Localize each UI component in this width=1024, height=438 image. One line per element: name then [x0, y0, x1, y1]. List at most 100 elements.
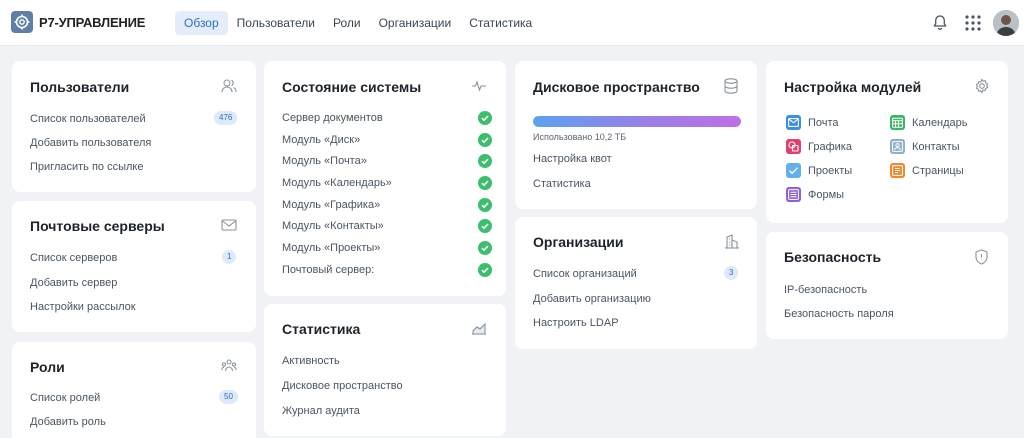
building-icon	[724, 233, 740, 254]
check-circle-icon	[478, 198, 492, 212]
database-icon	[724, 78, 738, 99]
org-list-link[interactable]: Список организаций	[533, 268, 637, 280]
module-label: Формы	[808, 188, 845, 201]
user-count-badge: 476	[214, 111, 238, 125]
module-label: Страницы	[912, 164, 964, 177]
check-circle-icon	[478, 133, 492, 147]
nav-organizations[interactable]: Организации	[370, 11, 461, 35]
mailing-settings-link[interactable]: Настройки рассылок	[30, 301, 136, 313]
users-card: Пользователи Список пользователей 476 До…	[12, 61, 256, 192]
module-label: Календарь	[912, 116, 968, 129]
check-circle-icon	[478, 154, 492, 168]
gear-icon[interactable]	[974, 78, 990, 99]
disk-space-card: Дисковое пространство Использовано 10,2 …	[515, 61, 757, 209]
user-list-link[interactable]: Список пользователей	[30, 113, 146, 125]
module-label: Графика	[808, 140, 852, 153]
status-label: Модуль «Контакты»	[282, 220, 384, 232]
quota-settings-link[interactable]: Настройка квот	[533, 153, 612, 165]
statistics-card-title: Статистика	[282, 321, 361, 337]
disk-usage-bar	[533, 116, 741, 127]
audit-log-link[interactable]: Журнал аудита	[282, 405, 360, 417]
roles-card-title: Роли	[30, 359, 65, 375]
status-row: Модуль «Диск»	[282, 133, 492, 147]
status-row: Почтовый сервер:	[282, 263, 492, 277]
add-role-link[interactable]: Добавить роль	[30, 416, 106, 428]
check-circle-icon	[478, 176, 492, 190]
status-label: Сервер документов	[282, 112, 383, 124]
role-list-link[interactable]: Список ролей	[30, 392, 100, 404]
module-projects[interactable]: Проекты	[786, 163, 852, 178]
add-server-link[interactable]: Добавить сервер	[30, 277, 117, 289]
add-org-link[interactable]: Добавить организацию	[533, 293, 651, 305]
status-row: Модуль «Почта»	[282, 154, 492, 168]
invite-link[interactable]: Пригласить по ссылке	[30, 161, 143, 173]
user-avatar[interactable]	[993, 10, 1019, 36]
roles-card: Роли Список ролей 50 Добавить роль	[12, 342, 256, 438]
mail-module-icon	[786, 115, 801, 130]
nav-overview[interactable]: Обзор	[175, 11, 228, 35]
check-circle-icon	[478, 219, 492, 233]
server-list-link[interactable]: Список серверов	[30, 252, 117, 264]
mail-servers-card-title: Почтовые серверы	[30, 218, 165, 234]
password-security-link[interactable]: Безопасность пароля	[784, 308, 894, 320]
org-count-badge: 3	[724, 266, 739, 280]
bell-icon[interactable]	[932, 14, 948, 36]
system-status-card: Состояние системы Сервер документов Моду…	[264, 61, 506, 296]
module-forms[interactable]: Формы	[786, 187, 844, 202]
status-label: Модуль «Графика»	[282, 199, 381, 211]
users-icon	[221, 78, 237, 99]
disk-statistics-link[interactable]: Статистика	[533, 178, 591, 190]
disk-used-label: Использовано 10,2 ТБ	[533, 132, 627, 142]
apps-grid-icon[interactable]	[965, 15, 981, 36]
main-nav: Обзор Пользователи Роли Организации Стат…	[175, 11, 541, 35]
disk-stats-link[interactable]: Дисковое пространство	[282, 380, 403, 392]
module-mail[interactable]: Почта	[786, 115, 839, 130]
gear-logo-icon	[11, 11, 33, 33]
module-pages[interactable]: Страницы	[890, 163, 964, 178]
role-count-badge: 50	[219, 390, 238, 404]
roles-group-icon	[221, 358, 237, 379]
organizations-card: Организации Список организаций 3 Добавит…	[515, 217, 757, 349]
security-card: Безопасность IP-безопасность Безопасност…	[766, 232, 1008, 339]
ip-security-link[interactable]: IP-безопасность	[784, 284, 867, 296]
modules-card: Настройка модулей Почта Календарь График…	[766, 61, 1008, 223]
statistics-card: Статистика Активность Дисковое пространс…	[264, 304, 506, 436]
nav-roles[interactable]: Роли	[324, 11, 370, 35]
area-chart-icon	[471, 320, 487, 341]
status-label: Модуль «Диск»	[282, 134, 361, 146]
activity-link[interactable]: Активность	[282, 355, 340, 367]
module-contacts[interactable]: Контакты	[890, 139, 960, 154]
check-circle-icon	[478, 111, 492, 125]
status-label: Почтовый сервер:	[282, 264, 375, 276]
app-brand-name: Р7-УПРАВЛЕНИЕ	[39, 14, 146, 30]
pages-module-icon	[890, 163, 905, 178]
disk-usage-fill	[533, 116, 741, 127]
calendar-module-icon	[890, 115, 905, 130]
app-logo[interactable]: Р7-УПРАВЛЕНИЕ	[11, 11, 145, 33]
check-circle-icon	[478, 263, 492, 277]
add-user-link[interactable]: Добавить пользователя	[30, 137, 151, 149]
status-label: Модуль «Проекты»	[282, 242, 381, 254]
module-label: Контакты	[912, 140, 960, 153]
server-count-badge: 1	[222, 250, 237, 264]
ldap-link[interactable]: Настроить LDAP	[533, 317, 619, 329]
forms-module-icon	[786, 187, 801, 202]
contacts-module-icon	[890, 139, 905, 154]
modules-card-title: Настройка модулей	[784, 79, 922, 95]
status-label: Модуль «Почта»	[282, 155, 367, 167]
status-row: Модуль «Графика»	[282, 198, 492, 212]
module-graphics[interactable]: Графика	[786, 139, 852, 154]
status-row: Модуль «Календарь»	[282, 176, 492, 190]
module-label: Почта	[808, 116, 839, 129]
module-label: Проекты	[808, 164, 853, 177]
graphics-module-icon	[786, 139, 801, 154]
pulse-icon	[471, 78, 487, 99]
nav-statistics[interactable]: Статистика	[460, 11, 541, 35]
nav-users[interactable]: Пользователи	[228, 11, 324, 35]
status-row: Модуль «Проекты»	[282, 241, 492, 255]
security-card-title: Безопасность	[784, 249, 882, 265]
projects-module-icon	[786, 163, 801, 178]
mail-servers-card: Почтовые серверы Список серверов 1 Добав…	[12, 201, 256, 332]
system-status-title: Состояние системы	[282, 79, 422, 95]
module-calendar[interactable]: Календарь	[890, 115, 968, 130]
